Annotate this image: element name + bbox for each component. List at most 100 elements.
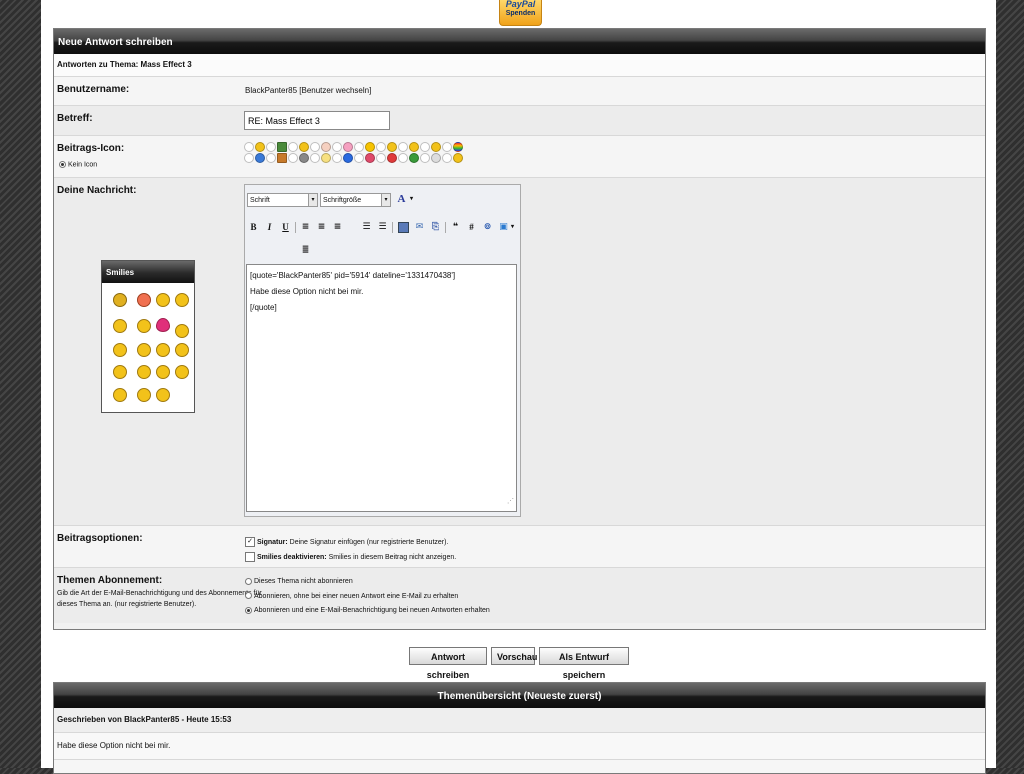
smiley-glasses-icon[interactable] (137, 365, 151, 379)
icon-radio (442, 142, 452, 152)
save-draft-button[interactable]: Als Entwurf speichern (539, 647, 629, 680)
smiley-tongue-icon[interactable] (156, 343, 170, 357)
italic-icon[interactable]: I (264, 222, 275, 233)
font-select-value: Schrift (250, 197, 270, 204)
subscription-radio[interactable] (245, 592, 252, 600)
smilies-title: Smilies (102, 261, 194, 283)
icon-radio (376, 142, 386, 152)
link-icon[interactable]: ⎘ (430, 222, 441, 233)
heart-icon (343, 142, 353, 152)
image-icon (277, 153, 287, 164)
smiley-smile-icon[interactable] (175, 293, 189, 307)
subscription-choice-none[interactable]: Dieses Thema nicht abonnieren (245, 575, 490, 590)
submit-reply-button[interactable]: Antwort schreiben (409, 647, 487, 680)
color-dropdown-icon[interactable]: ▾ (406, 194, 417, 205)
smiley-heart-icon[interactable] (156, 318, 170, 332)
dice-icon (431, 153, 441, 164)
php-code-icon[interactable]: ⊚ (482, 222, 493, 233)
signature-option[interactable]: ✓ Signatur: Deine Signatur einfügen (nur… (245, 535, 456, 550)
video-dropdown-icon[interactable]: ▾ (507, 222, 518, 233)
subscription-radio[interactable] (245, 606, 252, 614)
subscription-choice-email[interactable]: Abonnieren und eine E-Mail-Benachrichtig… (245, 604, 490, 619)
align-left-icon[interactable]: ≡ (300, 222, 311, 233)
smiley-biggrin-icon[interactable] (175, 343, 189, 357)
align-right-icon[interactable]: ≡ (332, 222, 343, 233)
reply-form-title: Neue Antwort schreiben (54, 29, 985, 54)
subscription-label: Themen Abonnement: (57, 575, 163, 586)
smiley-happy-icon[interactable] (113, 365, 127, 379)
disable-smilies-label: Smilies deaktivieren: (256, 554, 327, 561)
preview-button[interactable]: Vorschau (491, 647, 537, 665)
happy-icon (431, 142, 441, 152)
icon-radio (442, 153, 452, 164)
username-label: Benutzername: (57, 84, 130, 95)
underline-icon[interactable]: U (280, 222, 291, 233)
username-value: BlackPanter85 [Benutzer wechseln] (245, 86, 371, 95)
message-line: [quote='BlackPanter85' pid='5914' dateli… (250, 271, 456, 280)
no-icon-radio[interactable] (59, 161, 66, 168)
signature-option-text: Deine Signatur einfügen (nur registriert… (289, 539, 449, 546)
subscription-choice-label: Dieses Thema nicht abonnieren (254, 578, 353, 585)
bullet-list-icon[interactable]: ☰ (377, 222, 388, 233)
post-icon-picker[interactable] (244, 142, 484, 164)
subject-input[interactable] (244, 111, 390, 130)
wink-icon (299, 142, 309, 152)
smiley-laugh-icon[interactable] (175, 365, 189, 379)
smiley-angry-icon[interactable] (137, 293, 151, 307)
smile-icon (255, 142, 265, 152)
icon-radio (332, 153, 342, 164)
quote-icon[interactable]: ❝ (450, 222, 461, 233)
subscription-choice-no-email[interactable]: Abonnieren, ohne bei einer neuen Antwort… (245, 590, 490, 605)
align-center-icon[interactable]: ≡ (316, 222, 327, 233)
message-row: Deine Nachricht: Smilies Schrift ▾ Schri… (54, 178, 985, 526)
icon-radio (376, 153, 386, 164)
icon-radio (288, 153, 298, 164)
disable-smilies-option[interactable]: Smilies deaktivieren: Smilies in diesem … (245, 550, 456, 565)
message-textarea[interactable]: [quote='BlackPanter85' pid='5914' dateli… (246, 264, 517, 512)
smiley-grin-icon[interactable] (113, 388, 127, 402)
disable-smilies-checkbox[interactable] (245, 552, 255, 563)
smiley-exclaim-icon[interactable] (137, 319, 151, 333)
laugh-icon (409, 142, 419, 152)
smiley-sad-icon[interactable] (156, 388, 170, 402)
love-icon (365, 153, 375, 164)
signature-checkbox[interactable]: ✓ (245, 537, 255, 548)
no-icon-label: Kein Icon (68, 161, 98, 169)
smiley-shocked-icon[interactable] (113, 343, 127, 357)
reply-form: Neue Antwort schreiben Antworten zu Them… (53, 28, 986, 630)
smiley-content-icon[interactable] (137, 388, 151, 402)
smiley-monkey-icon[interactable] (113, 293, 127, 307)
disable-smilies-text: Smilies in diesem Beitrag nicht anzeigen… (328, 554, 457, 561)
chevron-down-icon: ▾ (308, 194, 317, 206)
email-link-icon[interactable]: ✉ (414, 222, 425, 233)
font-select[interactable]: Schrift ▾ (247, 193, 318, 207)
bold-icon[interactable]: B (248, 222, 259, 233)
donate-label: Spenden (505, 10, 536, 17)
message-label: Deine Nachricht: (57, 185, 137, 196)
image-insert-icon[interactable] (398, 222, 409, 233)
smiley-wink-icon[interactable] (156, 293, 170, 307)
cool-icon (453, 153, 463, 164)
switch-user-link[interactable]: [Benutzer wechseln] (299, 86, 371, 95)
thread-overview-title: Themenübersicht (Neueste zuerst) (54, 683, 985, 708)
icon-radio (310, 142, 320, 152)
paypal-donate-button[interactable]: PayPal Spenden (499, 0, 542, 26)
ordered-list-icon[interactable]: ☰ (361, 222, 372, 233)
toolbar-separator (392, 222, 393, 233)
smiley-cool-icon[interactable] (113, 319, 127, 333)
resize-grip-icon[interactable]: ⋰ (507, 494, 514, 510)
post-icon-row: Beitrags-Icon: Kein Icon (54, 136, 985, 178)
smiley-teeth-icon[interactable] (156, 365, 170, 379)
no-icon-option[interactable]: Kein Icon (59, 161, 97, 168)
reply-form-subtitle: Antworten zu Thema: Mass Effect 3 (54, 54, 985, 77)
smiley-sleepy-icon[interactable] (137, 343, 151, 357)
align-justify-icon[interactable]: ≣ (300, 245, 311, 256)
toolbar-separator (445, 222, 446, 233)
subscription-description: Gib die Art der E-Mail-Benachrichtigung … (57, 588, 262, 610)
exclamation-icon (343, 153, 353, 164)
code-icon[interactable]: # (466, 222, 477, 233)
subscription-row: Themen Abonnement: Gib die Art der E-Mai… (54, 568, 985, 623)
size-select[interactable]: Schriftgröße ▾ (320, 193, 391, 207)
smiley-confused-icon[interactable] (175, 324, 189, 338)
subscription-radio[interactable] (245, 577, 252, 585)
